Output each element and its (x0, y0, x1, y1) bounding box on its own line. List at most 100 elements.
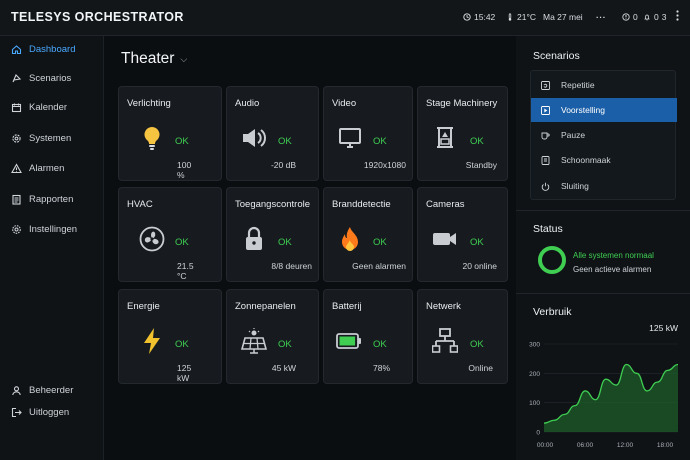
scenario-schoonmaak[interactable]: Schoonmaak (531, 148, 677, 172)
sidebar-item-instellingen[interactable]: Instellingen (0, 218, 104, 240)
lock-icon (241, 226, 267, 252)
app-title: TELESYS ORCHESTRATOR (11, 10, 184, 24)
cup-icon (541, 132, 550, 139)
scenario-sluiting[interactable]: Sluiting (531, 174, 677, 198)
scenarios-icon (11, 73, 22, 84)
flame-icon (337, 226, 363, 252)
tile-name: Energie (127, 301, 160, 312)
menu-button[interactable] (676, 10, 679, 21)
venue-selector[interactable]: Theater ⌵ (121, 50, 187, 68)
notification-count: 0 (654, 12, 659, 22)
tile-name: Batterij (332, 301, 362, 312)
tile-value: Standby (465, 160, 497, 170)
page-title: Theater (121, 50, 175, 67)
sidebar-item-label: Systemen (29, 132, 72, 144)
sidebar-item-alarmen[interactable]: Alarmen (0, 157, 104, 179)
tile-status: OK (175, 339, 189, 350)
scenario-voorstelling[interactable]: Voorstelling (531, 98, 677, 122)
thermometer-icon (508, 13, 512, 21)
more-button[interactable]: ... (596, 10, 606, 20)
sidebar-item-label: Instellingen (29, 223, 78, 235)
clock: 15:42 (463, 12, 495, 22)
warning-icon (11, 162, 22, 174)
bolt-icon (139, 328, 165, 354)
tile-value: 100 % (177, 160, 192, 180)
date: Ma 27 mei (543, 12, 583, 22)
sidebar-item-label: Dashboard (29, 43, 76, 55)
scenario-label: Schoonmaak (561, 155, 611, 165)
tile-status: OK (278, 339, 292, 350)
tile-status: OK (175, 237, 189, 248)
sidebar-item-scenarios[interactable]: Scenarios (0, 67, 104, 89)
main-content: Theater ⌵ Verlichting OK 100 % Audio OK … (104, 36, 516, 460)
tile-name: Zonnepanelen (235, 301, 296, 312)
tile-audio[interactable]: Audio OK -20 dB (226, 86, 319, 181)
notification-indicator[interactable]: 0 3 (643, 12, 666, 22)
sidebar-item-kalender[interactable]: Kalender (0, 96, 104, 118)
gear-icon (11, 133, 22, 144)
tile-value: 8/8 deuren (271, 261, 312, 271)
tile-status: OK (373, 136, 387, 147)
tile-status: OK (373, 237, 387, 248)
scenario-label: Voorstelling (561, 105, 605, 115)
settings-icon (11, 224, 22, 235)
tile-batterij[interactable]: Batterij OK 78% (323, 289, 413, 384)
verbruik-title: Verbruik (533, 306, 572, 318)
more-icon[interactable]: ... (596, 10, 606, 20)
status-title: Status (533, 223, 563, 235)
tile-name: Toegangscontrole (235, 199, 310, 210)
repeat-icon (541, 80, 550, 90)
chart-x-tick-label: 06:00 (577, 442, 594, 449)
tile-name: Stage Machinery (426, 98, 498, 109)
sidebar-item-systemen[interactable]: Systemen (0, 127, 104, 149)
scenario-label: Sluiting (561, 181, 589, 191)
power-icon (541, 182, 550, 191)
tile-hvac[interactable]: HVAC OK 21.5 °C (118, 187, 222, 282)
tile-toegangscontrole[interactable]: Toegangscontrole OK 8/8 deuren (226, 187, 319, 282)
tile-value: Online (468, 363, 493, 373)
tile-energie[interactable]: Energie OK 125 kW (118, 289, 222, 384)
clean-icon (541, 155, 550, 165)
tile-value: 1920x1080 (363, 160, 406, 170)
sidebar-item-rapporten[interactable]: Rapporten (0, 188, 104, 210)
tile-name: Branddetectie (332, 199, 391, 210)
chart-y-tick-label: 100 (529, 400, 540, 407)
scenario-repetitie[interactable]: Repetitie (531, 73, 677, 97)
clock-icon (463, 13, 471, 21)
sidebar-item-label: Alarmen (29, 162, 65, 174)
bulb-icon (139, 125, 165, 151)
sidebar-item-dashboard[interactable]: Dashboard (0, 38, 104, 60)
alarm-indicator[interactable]: 0 (622, 12, 638, 22)
status-sub: Geen actieve alarmen (573, 265, 652, 274)
tile-status: OK (470, 339, 484, 350)
tile-verlichting[interactable]: Verlichting OK 100 % (118, 86, 222, 181)
tile-branddetectie[interactable]: Branddetectie OK Geen alarmen (323, 187, 413, 282)
home-icon (11, 44, 22, 55)
chart-y-tick-label: 0 (536, 430, 540, 437)
tile-netwerk[interactable]: Netwerk OK Online (417, 289, 508, 384)
tile-status: OK (278, 237, 292, 248)
tile-video[interactable]: Video OK 1920x1080 (323, 86, 413, 181)
top-bar: TELESYS ORCHESTRATOR 15:42 21°C Ma 27 me… (0, 0, 690, 36)
scenario-pauze[interactable]: Pauze (531, 123, 677, 147)
network-icon (432, 328, 458, 354)
tile-value: 78% (372, 363, 390, 373)
vertical-dots-icon[interactable] (676, 10, 679, 21)
tile-value: 125 kW (177, 363, 192, 383)
divider (516, 293, 690, 294)
temperature-value: 21°C (517, 12, 536, 22)
monitor-icon (337, 125, 363, 151)
tile-zonnepanelen[interactable]: Zonnepanelen OK 45 kW (226, 289, 319, 384)
sidebar-item-beheerder[interactable]: Beheerder (0, 379, 104, 401)
fan-icon (139, 226, 165, 252)
sidebar: Dashboard Scenarios Kalender Systemen Al… (0, 36, 104, 460)
sidebar-item-uitloggen[interactable]: Uitloggen (0, 401, 104, 423)
tile-cameras[interactable]: Cameras OK 20 online (417, 187, 508, 282)
tile-stage-machinery[interactable]: Stage Machinery OK Standby (417, 86, 508, 181)
chart-area-fill (544, 364, 678, 432)
sidebar-item-label: Uitloggen (29, 406, 70, 418)
tile-status: OK (175, 136, 189, 147)
chart-x-tick-label: 18:00 (657, 442, 674, 449)
bell-icon (644, 14, 650, 21)
tile-name: Verlichting (127, 98, 171, 109)
